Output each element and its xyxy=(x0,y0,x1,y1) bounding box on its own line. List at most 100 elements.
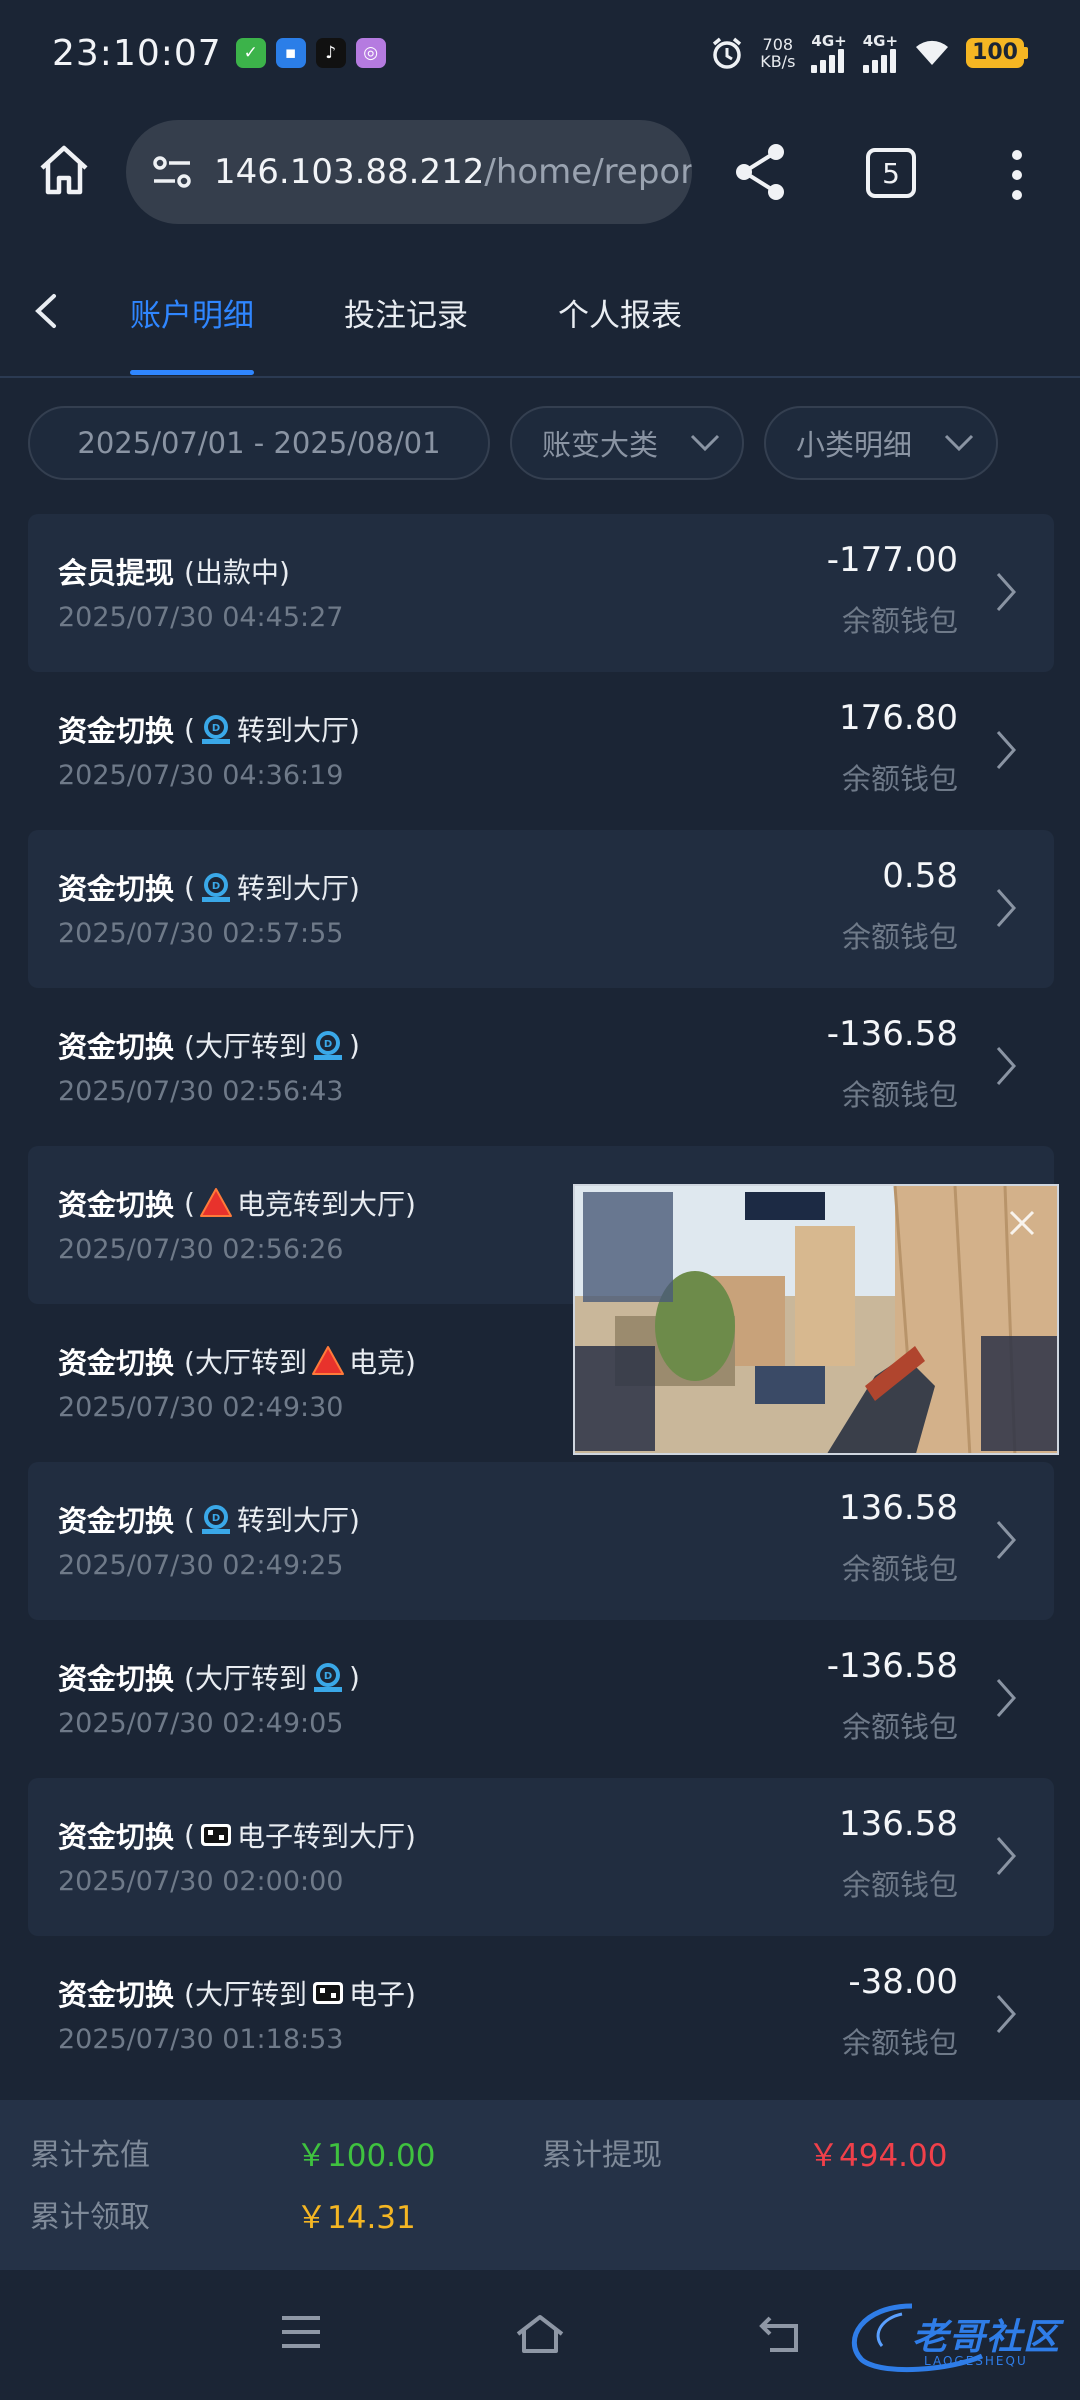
notification-icons: ✓ ▪ ♪ ◎ xyxy=(235,38,386,68)
subcategory-dropdown[interactable]: 小类明细 xyxy=(764,406,998,480)
record-detail-prefix: (大厅转到 xyxy=(184,1978,307,2011)
record-amount: 136.58 xyxy=(839,1488,958,1528)
tab-switcher-button[interactable]: 5 xyxy=(866,148,916,198)
url-path: /home/report?c xyxy=(484,152,692,192)
record-title: 资金切换 (D 转到大厅) xyxy=(58,866,360,908)
record-amount: -38.00 xyxy=(848,1962,958,2002)
record-detail-prefix: ( xyxy=(184,870,195,904)
record-type: 资金切换 xyxy=(58,1820,175,1854)
app-notification-icon: ▪ xyxy=(275,38,306,68)
list-item[interactable]: 会员提现 (出款中) 2025/07/30 04:45:27 -177.00 余… xyxy=(28,514,1054,672)
record-detail-prefix: (大厅转到 xyxy=(184,1030,307,1063)
date-range-filter[interactable]: 2025/07/01 - 2025/08/01 xyxy=(28,406,490,480)
record-detail-suffix: 转到大厅) xyxy=(236,1504,360,1537)
record-title: 资金切换 (大厅转到 电竞) xyxy=(58,1340,416,1382)
watermark-logo: 老哥社区 LAOGESHEQU xyxy=(842,2300,1068,2374)
status-time: 23:10:07 xyxy=(52,32,222,74)
signal-bars-icon xyxy=(862,48,896,73)
alarm-icon xyxy=(713,37,742,69)
tab-personal-report[interactable]: 个人报表 xyxy=(558,290,682,335)
list-item[interactable]: 资金切换 (D 转到大厅) 2025/07/30 04:36:19 176.80 … xyxy=(28,672,1054,830)
floating-video-player[interactable] xyxy=(573,1184,1059,1455)
record-wallet: 余额钱包 xyxy=(841,1868,958,1902)
record-type: 资金切换 xyxy=(58,1188,175,1222)
esports-blue-icon: D xyxy=(199,870,233,904)
record-wallet: 余额钱包 xyxy=(841,604,958,638)
esports-blue-icon: D xyxy=(199,1502,233,1536)
list-item[interactable]: 资金切换 (大厅转到 电子) 2025/07/30 01:18:53 -38.00… xyxy=(28,1936,1054,2094)
record-type: 资金切换 xyxy=(58,1504,175,1538)
record-detail-prefix: ( xyxy=(184,1502,195,1536)
active-tab-indicator xyxy=(130,370,254,375)
record-title: 资金切换 (大厅转到 D) xyxy=(58,1024,360,1066)
menu-icon[interactable] xyxy=(280,2314,322,2350)
wifi-icon xyxy=(916,40,949,65)
total-withdraw-label: 累计提现 xyxy=(542,2138,662,2173)
share-icon[interactable] xyxy=(732,142,788,202)
svg-text:D: D xyxy=(324,1039,332,1050)
record-time: 2025/07/30 04:45:27 xyxy=(58,602,344,633)
chevron-down-icon xyxy=(944,434,974,452)
record-type: 资金切换 xyxy=(58,872,175,906)
esports-blue-icon: D xyxy=(311,1660,345,1694)
filter-bar: 2025/07/01 - 2025/08/01 账变大类 小类明细 xyxy=(0,406,1080,480)
record-title: 资金切换 (电子转到大厅) xyxy=(58,1814,416,1856)
report-tabs: 账户明细 投注记录 个人报表 xyxy=(0,242,1080,378)
record-detail-prefix: ( xyxy=(184,1818,195,1852)
tab-count: 5 xyxy=(882,156,900,190)
list-item[interactable]: 资金切换 (大厅转到 D) 2025/07/30 02:56:43 -136.58… xyxy=(28,988,1054,1146)
list-item[interactable]: 资金切换 (D 转到大厅) 2025/07/30 02:57:55 0.58 余额… xyxy=(28,830,1054,988)
total-claim-value: ￥14.31 xyxy=(296,2200,416,2236)
signal-bars-icon xyxy=(811,48,845,73)
record-type: 资金切换 xyxy=(58,1030,175,1064)
svg-text:D: D xyxy=(212,881,220,892)
home-nav-icon[interactable] xyxy=(514,2314,566,2354)
address-bar[interactable]: 146.103.88.212/home/report?c xyxy=(126,120,692,224)
home-icon[interactable] xyxy=(36,142,92,198)
list-item[interactable]: 资金切换 (D 转到大厅) 2025/07/30 02:49:25 136.58 … xyxy=(28,1462,1054,1620)
list-item[interactable]: 资金切换 (电子转到大厅) 2025/07/30 02:00:00 136.58… xyxy=(28,1778,1054,1936)
tab-bet-records[interactable]: 投注记录 xyxy=(344,290,468,335)
chevron-right-icon xyxy=(996,889,1017,927)
url-text[interactable]: 146.103.88.212/home/report?c xyxy=(214,152,692,192)
record-time: 2025/07/30 02:49:30 xyxy=(58,1392,344,1423)
svg-text:D: D xyxy=(212,723,220,734)
chevron-right-icon xyxy=(996,573,1017,611)
chevron-right-icon xyxy=(996,731,1017,769)
close-icon[interactable] xyxy=(1007,1208,1037,1238)
watermark-subtext: LAOGESHEQU xyxy=(924,2354,1028,2368)
record-detail: (电子转到大厅) xyxy=(184,1815,416,1855)
url-host: 146.103.88.212 xyxy=(214,152,485,192)
red-triangle-icon xyxy=(311,1344,345,1378)
tiktok-icon: ♪ xyxy=(315,38,346,68)
battery-indicator: 100 xyxy=(966,38,1028,68)
more-menu-icon[interactable] xyxy=(1008,150,1026,200)
chevron-right-icon xyxy=(996,1047,1017,1085)
record-type: 资金切换 xyxy=(58,1662,175,1696)
record-time: 2025/07/30 02:57:55 xyxy=(58,918,344,949)
record-time: 2025/07/30 04:36:19 xyxy=(58,760,344,791)
svg-text:D: D xyxy=(324,1671,332,1682)
list-item[interactable]: 资金切换 (大厅转到 D) 2025/07/30 02:49:05 -136.58… xyxy=(28,1620,1054,1778)
category-dropdown[interactable]: 账变大类 xyxy=(510,406,744,480)
record-detail: (大厅转到 D) xyxy=(184,1025,360,1065)
site-settings-icon[interactable] xyxy=(150,150,194,194)
signal-1: 4G+ xyxy=(811,33,847,73)
tab-account-details[interactable]: 账户明细 xyxy=(130,290,254,335)
record-wallet: 余额钱包 xyxy=(841,1710,958,1744)
record-detail: (D 转到大厅) xyxy=(184,1499,360,1539)
record-detail-suffix: 电竞转到大厅) xyxy=(236,1188,416,1221)
electronic-games-icon xyxy=(311,1976,345,2010)
record-detail-suffix: 转到大厅) xyxy=(236,714,360,747)
record-amount: 176.80 xyxy=(839,698,958,738)
record-detail-suffix: ) xyxy=(348,1660,360,1694)
totals-summary: 累计充值 ￥100.00 累计提现 ￥494.00 累计领取 ￥14.31 xyxy=(0,2100,1080,2270)
net-speed-unit: KB/s xyxy=(760,52,796,71)
back-nav-icon[interactable] xyxy=(758,2314,800,2354)
record-amount: -136.58 xyxy=(826,1646,958,1686)
record-type: 资金切换 xyxy=(58,1978,175,2012)
back-icon[interactable] xyxy=(28,290,64,332)
electronic-games-icon xyxy=(199,1818,233,1852)
record-wallet: 余额钱包 xyxy=(841,762,958,796)
record-wallet: 余额钱包 xyxy=(841,1552,958,1586)
